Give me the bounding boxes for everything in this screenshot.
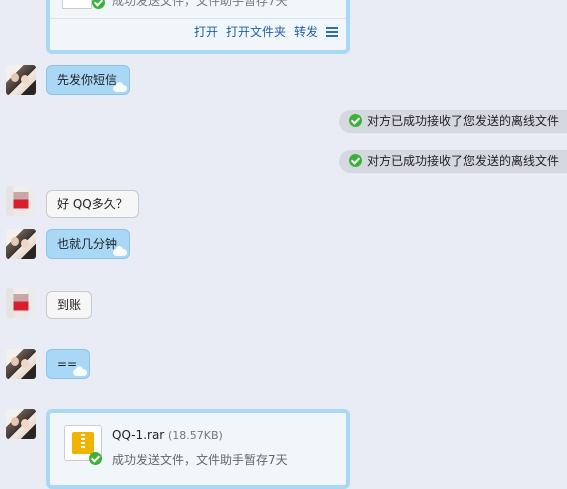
system-notice: 对方已成功接收了您发送的离线文件: [338, 110, 567, 133]
system-notice-text: 对方已成功接收了您发送的离线文件: [366, 154, 559, 168]
message-text: 到账: [57, 298, 82, 312]
message-bubble: 先发你短信: [46, 65, 130, 95]
cloud-icon: [73, 366, 87, 376]
file-card-top: 成功发送文件，文件助手暂存7天 打开 打开文件夹 转发: [46, 0, 350, 54]
success-check-icon: [348, 114, 362, 127]
file-actions: 打开 打开文件夹 转发: [186, 22, 338, 42]
avatar[interactable]: [6, 409, 36, 439]
file-icon-top: [62, 0, 92, 9]
card-divider: [50, 18, 346, 19]
avatar[interactable]: [6, 288, 36, 318]
open-link[interactable]: 打开: [194, 25, 218, 39]
file-name[interactable]: QQ-1.rar: [112, 428, 164, 442]
message-text: 好 QQ多久？: [57, 197, 128, 211]
avatar[interactable]: [6, 65, 36, 95]
message-bubble: ==: [46, 349, 90, 379]
message-text: 也就几分钟: [57, 237, 118, 251]
file-card[interactable]: QQ-1.rar (18.57KB) 成功发送文件，文件助手暂存7天: [46, 409, 350, 489]
file-status-text: 成功发送文件，文件助手暂存7天: [112, 453, 288, 467]
avatar[interactable]: [6, 229, 36, 259]
file-size: (18.57KB): [168, 429, 223, 442]
system-notice-text: 对方已成功接收了您发送的离线文件: [366, 114, 559, 128]
open-folder-link[interactable]: 打开文件夹: [226, 25, 286, 39]
cloud-icon: [113, 82, 127, 92]
message-bubble: 好 QQ多久？: [46, 190, 139, 218]
forward-link[interactable]: 转发: [294, 25, 318, 39]
rar-file-icon: [64, 425, 102, 465]
system-notice: 对方已成功接收了您发送的离线文件: [338, 150, 567, 173]
success-check-icon: [92, 0, 105, 9]
success-check-icon: [348, 154, 362, 167]
cloud-icon: [113, 246, 127, 256]
message-bubble: 也就几分钟: [46, 229, 130, 259]
menu-icon[interactable]: [326, 27, 338, 37]
success-check-icon: [89, 452, 102, 465]
message-text: 先发你短信: [57, 73, 118, 87]
message-bubble: 到账: [46, 291, 93, 319]
avatar[interactable]: [6, 186, 36, 216]
file-status-text: 成功发送文件，文件助手暂存7天: [112, 0, 288, 8]
avatar[interactable]: [6, 349, 36, 379]
